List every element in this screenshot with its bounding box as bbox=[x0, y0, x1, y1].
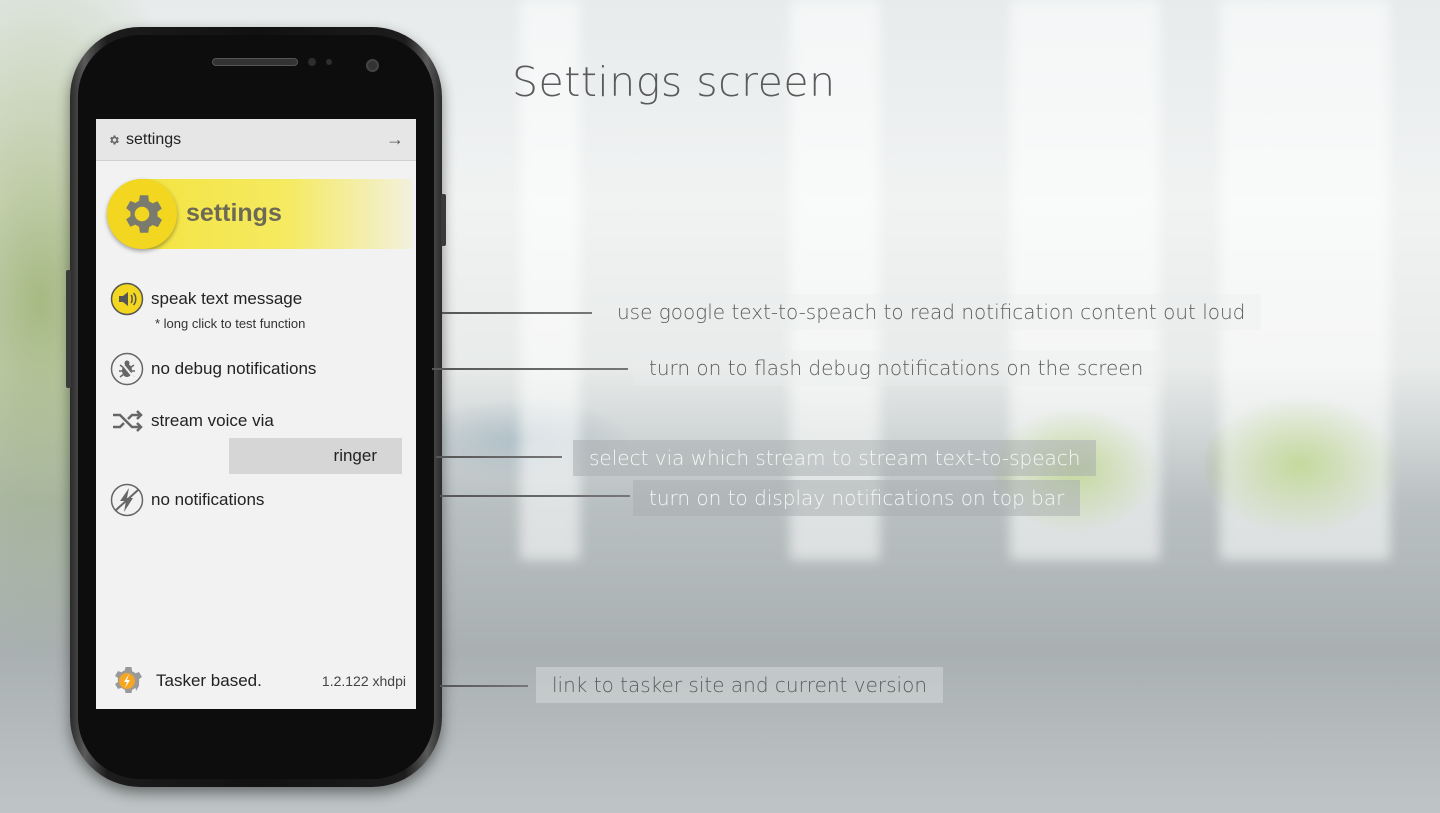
page-title: Settings screen bbox=[512, 58, 836, 106]
power-button bbox=[66, 270, 71, 388]
shuffle-icon bbox=[113, 410, 143, 432]
setting-label: speak text message bbox=[151, 289, 303, 308]
tasker-label: Tasker based. bbox=[156, 671, 262, 690]
banner-title: settings bbox=[186, 199, 282, 227]
gear-icon bbox=[110, 135, 119, 144]
front-camera bbox=[366, 59, 379, 72]
gear-icon bbox=[126, 195, 162, 233]
proximity-sensor bbox=[308, 58, 316, 66]
banner-gear-badge bbox=[107, 179, 177, 249]
volume-button bbox=[441, 194, 446, 246]
setting-speak-text-message[interactable]: speak text message bbox=[110, 282, 302, 316]
setting-label: no debug notifications bbox=[151, 359, 317, 378]
setting-sublabel: * long click to test function bbox=[155, 316, 306, 331]
annotation-notifications: turn on to display notifications on top … bbox=[633, 480, 1081, 516]
annotation-connector bbox=[440, 685, 528, 687]
screen-top-bar: settings → bbox=[96, 119, 416, 161]
debug-bug-icon bbox=[110, 352, 144, 386]
version-label: 1.2.122 xhdpi bbox=[321, 673, 406, 689]
notifications-off-icon bbox=[110, 483, 144, 517]
tasker-icon bbox=[115, 667, 142, 693]
annotation-connector bbox=[436, 456, 562, 458]
speaker-icon bbox=[110, 282, 144, 316]
annotation-tasker: link to tasker site and current version bbox=[536, 667, 944, 703]
background-window-column bbox=[1010, 0, 1160, 560]
annotation-speak-text: use google text-to-speach to read notifi… bbox=[601, 294, 1262, 330]
setting-debug-notifications[interactable]: no debug notifications bbox=[110, 352, 316, 386]
setting-label: no notifications bbox=[151, 490, 265, 509]
setting-notifications[interactable]: no notifications bbox=[110, 483, 264, 517]
annotation-connector bbox=[442, 312, 592, 314]
setting-label: stream voice via bbox=[151, 411, 274, 430]
annotation-connector bbox=[432, 368, 628, 370]
setting-stream-voice[interactable]: stream voice via bbox=[110, 404, 274, 438]
forward-arrow-icon[interactable]: → bbox=[386, 129, 404, 150]
background-window-column bbox=[1220, 0, 1390, 560]
annotation-stream: select via which stream to stream text-t… bbox=[573, 440, 1097, 476]
phone-screen: settings → settings speak text message *… bbox=[96, 119, 416, 709]
earpiece-speaker bbox=[212, 58, 298, 66]
light-sensor bbox=[326, 59, 332, 65]
annotation-connector bbox=[440, 495, 630, 497]
stream-select[interactable]: ringer bbox=[229, 438, 402, 474]
settings-banner: settings bbox=[107, 179, 412, 249]
top-bar-title: settings bbox=[126, 130, 182, 148]
annotation-debug: turn on to flash debug notifications on … bbox=[633, 350, 1160, 386]
tasker-footer[interactable]: Tasker based. 1.2.122 xhdpi bbox=[110, 664, 406, 698]
